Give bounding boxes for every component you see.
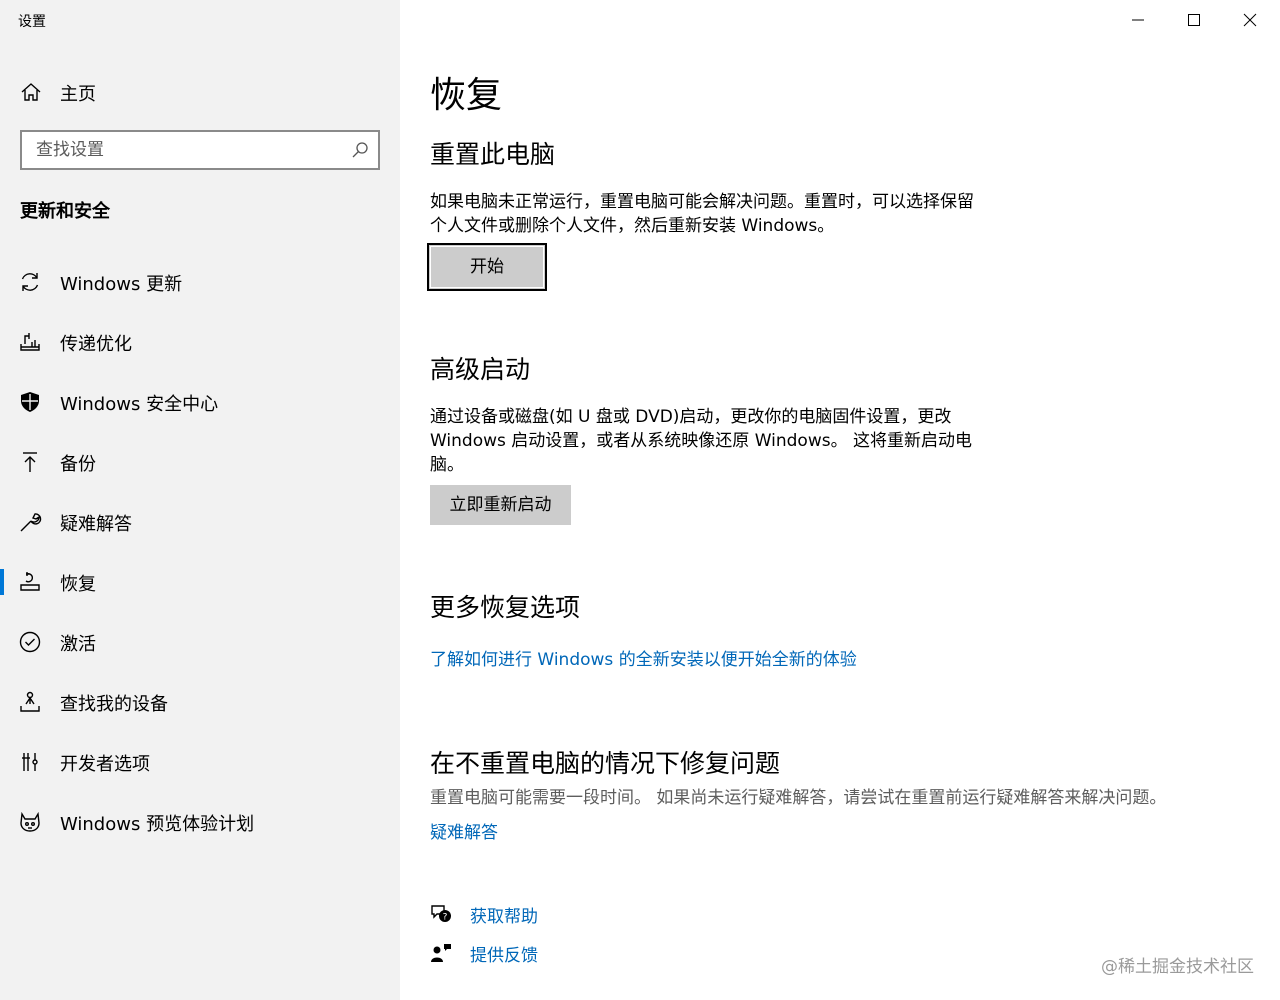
sidebar-item-label: 备份: [60, 454, 96, 475]
shield-icon: [21, 392, 39, 412]
sidebar-item-label: 激活: [60, 634, 96, 655]
sidebar-item-label: Windows 更新: [60, 274, 183, 295]
sidebar-item-troubleshoot[interactable]: 疑难解答: [0, 491, 400, 551]
advanced-description-line2: Windows 启动设置，或者从系统映像还原 Windows。 这将重新启动电: [430, 431, 972, 451]
feedback-icon: [431, 944, 451, 962]
check-circle-icon: [19, 631, 41, 653]
sidebar-item-label: 疑难解答: [60, 514, 132, 535]
advanced-description-line3: 脑。: [430, 455, 464, 475]
backup-arrow-icon: [23, 452, 37, 472]
find-device-icon: [20, 691, 40, 712]
get-help-label: 获取帮助: [470, 907, 538, 927]
reset-heading: 重置此电脑: [430, 140, 556, 169]
clean-install-link[interactable]: 了解如何进行 Windows 的全新安装以便开始全新的体验: [430, 645, 857, 670]
sidebar-item-backup[interactable]: 备份: [0, 431, 400, 491]
sidebar-item-find-my-device[interactable]: 查找我的设备: [0, 671, 400, 731]
sidebar-item-windows-update[interactable]: Windows 更新: [0, 251, 400, 311]
sidebar-item-label: 传递优化: [60, 334, 132, 355]
feedback-label: 提供反馈: [470, 946, 538, 966]
feedback-link[interactable]: 提供反馈: [430, 938, 730, 968]
sidebar-item-label: 开发者选项: [60, 754, 150, 775]
sidebar-nav: Windows 更新 传递优化 Windows 安全中心 备份 疑难解答 恢复 …: [0, 251, 400, 851]
search-input[interactable]: [22, 132, 342, 168]
fix-problems-heading: 在不重置电脑的情况下修复问题: [430, 749, 781, 778]
svg-text:?: ?: [443, 913, 448, 923]
insider-cat-icon: [20, 811, 40, 832]
advanced-description-line1: 通过设备或磁盘(如 U 盘或 DVD)启动，更改你的电脑固件设置，更改: [430, 407, 952, 427]
reset-description-line1: 如果电脑未正常运行，重置电脑可能会解决问题。重置时，可以选择保留: [430, 192, 974, 212]
sidebar-item-activation[interactable]: 激活: [0, 611, 400, 671]
watermark: @稀土掘金技术社区: [1101, 957, 1254, 977]
search-box: [20, 130, 380, 170]
sidebar-item-label: Windows 安全中心: [60, 394, 219, 415]
main-content: 恢复 重置此电脑 如果电脑未正常运行，重置电脑可能会解决问题。重置时，可以选择保…: [427, 0, 1260, 1000]
home-icon: [21, 83, 41, 101]
advanced-startup-heading: 高级启动: [430, 355, 531, 384]
sidebar-item-windows-security[interactable]: Windows 安全中心: [0, 371, 400, 431]
reset-description-line2: 个人文件或删除个人文件，然后重新安装 Windows。: [430, 216, 835, 236]
fix-problems-description: 重置电脑可能需要一段时间。 如果尚未运行疑难解答，请尝试在重置前运行疑难解答来解…: [430, 788, 1167, 808]
troubleshoot-link[interactable]: 疑难解答: [430, 818, 498, 843]
reset-start-button[interactable]: 开始: [427, 243, 547, 291]
sidebar-item-label: 查找我的设备: [60, 694, 168, 715]
chat-help-icon: ?: [431, 905, 451, 923]
sidebar-item-label: Windows 预览体验计划: [60, 814, 255, 835]
home-nav-item[interactable]: 主页: [0, 71, 400, 111]
sidebar-item-delivery-optimization[interactable]: 传递优化: [0, 311, 400, 371]
delivery-optimization-icon: [20, 333, 40, 351]
refresh-icon: [21, 273, 39, 291]
restart-now-button[interactable]: 立即重新启动: [430, 485, 571, 525]
app-title: 设置: [18, 14, 46, 30]
get-help-link[interactable]: ? 获取帮助: [430, 899, 730, 929]
section-title: 更新和安全: [20, 201, 110, 222]
more-options-heading: 更多恢复选项: [430, 593, 581, 622]
home-label: 主页: [60, 84, 96, 105]
sidebar-item-windows-insider[interactable]: Windows 预览体验计划: [0, 791, 400, 851]
recovery-icon: [20, 572, 40, 591]
sidebar-item-label: 恢复: [60, 574, 96, 595]
sidebar-item-developer-options[interactable]: 开发者选项: [0, 731, 400, 791]
wrench-icon: [20, 513, 42, 532]
search-icon[interactable]: [350, 140, 370, 160]
sidebar: 设置 主页 更新和安全 Windows 更新 传递优化: [0, 0, 400, 1000]
sidebar-item-recovery[interactable]: 恢复: [0, 551, 400, 611]
page-title: 恢复: [430, 75, 503, 116]
developer-tools-icon: [22, 753, 38, 771]
